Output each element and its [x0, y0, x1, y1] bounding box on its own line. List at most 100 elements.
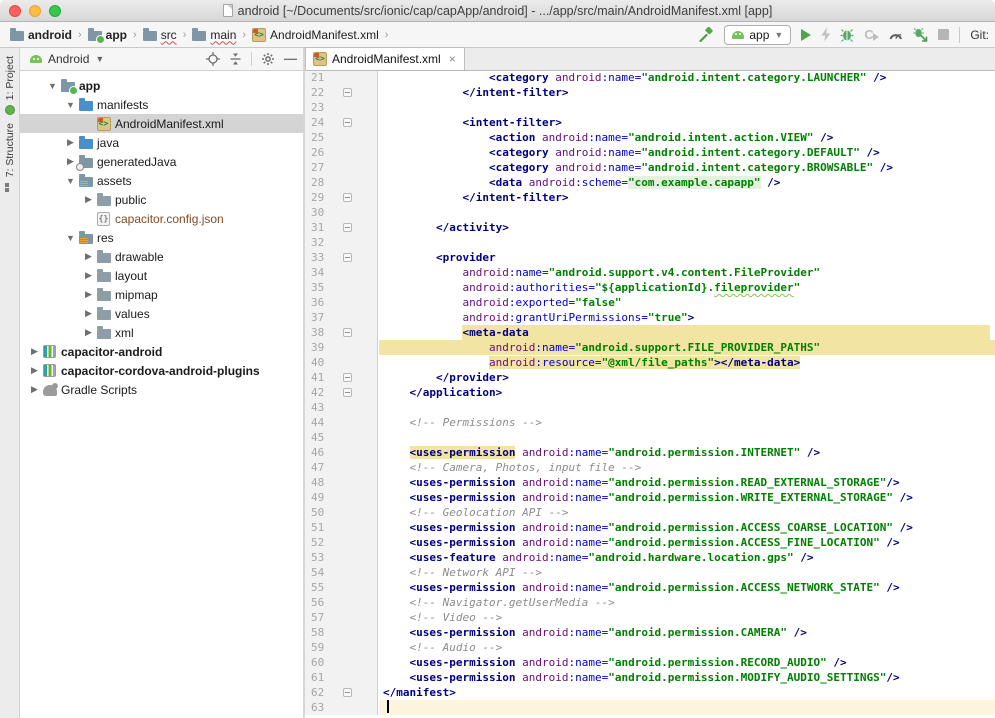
code-line-21[interactable]: <category android:name="android.intent.c… — [379, 71, 995, 85]
expand-toggle-icon[interactable]: ▼ — [64, 176, 77, 186]
code-line-58[interactable]: <uses-permission android:name="android.p… — [379, 625, 995, 640]
code-line-23[interactable] — [379, 100, 995, 115]
fold-marker-icon[interactable] — [343, 388, 352, 397]
code-line-27[interactable]: <category android:name="android.intent.c… — [379, 160, 995, 175]
collapse-all-icon[interactable] — [229, 52, 242, 66]
code-line-40[interactable]: android:resource="@xml/file_paths"></met… — [379, 355, 995, 370]
expand-toggle-icon[interactable]: ▶ — [28, 365, 41, 376]
code-line-35[interactable]: android:authorities="${applicationId}.fi… — [379, 280, 995, 295]
expand-toggle-icon[interactable]: ▶ — [82, 251, 95, 262]
code-line-59[interactable]: <!-- Audio --> — [379, 640, 995, 655]
code-line-43[interactable] — [379, 400, 995, 415]
fold-marker-icon[interactable] — [343, 223, 352, 232]
tree-item-capacitor-config-json[interactable]: capacitor.config.json — [20, 209, 303, 228]
tree-item-layout[interactable]: ▶layout — [20, 266, 303, 285]
run-icon[interactable] — [801, 29, 811, 41]
tab-androidmanifest[interactable]: AndroidManifest.xml × — [305, 47, 465, 70]
tree-item-mipmap[interactable]: ▶mipmap — [20, 285, 303, 304]
expand-toggle-icon[interactable]: ▶ — [64, 156, 77, 167]
code-line-49[interactable]: <uses-permission android:name="android.p… — [379, 490, 995, 505]
breadcrumb-item-android[interactable]: android — [8, 27, 74, 43]
code-line-61[interactable]: <uses-permission android:name="android.p… — [379, 670, 995, 685]
code-line-38[interactable]: <meta-data — [379, 325, 995, 340]
code-line-44[interactable]: <!-- Permissions --> — [379, 415, 995, 430]
tree-item-manifests[interactable]: ▼manifests — [20, 95, 303, 114]
expand-toggle-icon[interactable]: ▶ — [82, 289, 95, 300]
code-line-32[interactable] — [379, 235, 995, 250]
gutter[interactable]: 2122232425262728293031323334353637383940… — [305, 71, 378, 715]
git-label[interactable]: Git: — [970, 28, 989, 42]
tree-item-capacitor-android[interactable]: ▶capacitor-android — [20, 342, 303, 361]
code-line-24[interactable]: <intent-filter> — [379, 115, 995, 130]
expand-toggle-icon[interactable]: ▼ — [46, 81, 59, 91]
project-view-selector[interactable]: Android — [48, 52, 89, 66]
attach-debugger-icon[interactable] — [913, 27, 928, 42]
tree-item-gradle-scripts[interactable]: ▶Gradle Scripts — [20, 380, 303, 399]
code-line-25[interactable]: <action android:name="android.intent.act… — [379, 130, 995, 145]
tree-item-app[interactable]: ▼app — [20, 76, 303, 95]
debug-icon[interactable] — [840, 27, 854, 42]
code-line-33[interactable]: <provider — [379, 250, 995, 265]
code-line-41[interactable]: </provider> — [379, 370, 995, 385]
project-tree[interactable]: ▼app▼manifestsAndroidManifest.xml▶java▶g… — [20, 71, 303, 718]
code-line-52[interactable]: <uses-permission android:name="android.p… — [379, 535, 995, 550]
code-editor[interactable]: 2122232425262728293031323334353637383940… — [305, 71, 995, 718]
fold-marker-icon[interactable] — [343, 118, 352, 127]
code-line-47[interactable]: <!-- Camera, Photos, input file --> — [379, 460, 995, 475]
expand-toggle-icon[interactable]: ▶ — [82, 270, 95, 281]
code-line-63[interactable] — [379, 700, 995, 715]
breadcrumb-item-main[interactable]: main — [190, 27, 238, 43]
expand-toggle-icon[interactable]: ▶ — [28, 346, 41, 357]
code-line-60[interactable]: <uses-permission android:name="android.p… — [379, 655, 995, 670]
code-line-30[interactable] — [379, 205, 995, 220]
tree-item-xml[interactable]: ▶xml — [20, 323, 303, 342]
code-line-62[interactable]: </manifest> — [379, 685, 995, 700]
tree-item-androidmanifest-xml[interactable]: AndroidManifest.xml — [20, 114, 303, 133]
expand-toggle-icon[interactable]: ▼ — [64, 233, 77, 243]
code-line-36[interactable]: android:exported="false" — [379, 295, 995, 310]
code-line-26[interactable]: <category android:name="android.intent.c… — [379, 145, 995, 160]
tree-item-values[interactable]: ▶values — [20, 304, 303, 323]
expand-toggle-icon[interactable]: ▶ — [64, 137, 77, 148]
code-line-22[interactable]: </intent-filter> — [379, 85, 995, 100]
tree-item-java[interactable]: ▶java — [20, 133, 303, 152]
fold-marker-icon[interactable] — [343, 373, 352, 382]
fold-marker-icon[interactable] — [343, 688, 352, 697]
tree-item-capacitor-cordova-android-plugins[interactable]: ▶capacitor-cordova-android-plugins — [20, 361, 303, 380]
breadcrumb-item-androidmanifest-xml[interactable]: AndroidManifest.xml — [250, 27, 381, 43]
code-lines[interactable]: <category android:name="android.intent.c… — [379, 71, 995, 715]
apply-changes-icon[interactable] — [821, 28, 830, 42]
expand-toggle-icon[interactable]: ▶ — [28, 384, 41, 395]
code-line-54[interactable]: <!-- Network API --> — [379, 565, 995, 580]
code-line-57[interactable]: <!-- Video --> — [379, 610, 995, 625]
expand-toggle-icon[interactable]: ▶ — [82, 327, 95, 338]
locate-target-icon[interactable] — [206, 52, 220, 66]
tree-item-public[interactable]: ▶public — [20, 190, 303, 209]
code-line-56[interactable]: <!-- Navigator.getUserMedia --> — [379, 595, 995, 610]
code-line-55[interactable]: <uses-permission android:name="android.p… — [379, 580, 995, 595]
code-line-29[interactable]: </intent-filter> — [379, 190, 995, 205]
code-line-51[interactable]: <uses-permission android:name="android.p… — [379, 520, 995, 535]
breadcrumb-item-app[interactable]: app — [86, 27, 129, 43]
close-tab-icon[interactable]: × — [449, 52, 456, 66]
fold-marker-icon[interactable] — [343, 328, 352, 337]
tree-item-drawable[interactable]: ▶drawable — [20, 247, 303, 266]
code-line-28[interactable]: <data android:scheme="com.example.capapp… — [379, 175, 995, 190]
code-line-46[interactable]: <uses-permission android:name="android.p… — [379, 445, 995, 460]
expand-toggle-icon[interactable]: ▼ — [64, 100, 77, 110]
fold-marker-icon[interactable] — [343, 253, 352, 262]
expand-toggle-icon[interactable]: ▶ — [82, 308, 95, 319]
code-line-53[interactable]: <uses-feature android:name="android.hard… — [379, 550, 995, 565]
code-line-34[interactable]: android:name="android.support.v4.content… — [379, 265, 995, 280]
coverage-icon[interactable] — [864, 28, 878, 42]
fold-marker-icon[interactable] — [343, 193, 352, 202]
code-line-37[interactable]: android:grantUriPermissions="true"> — [379, 310, 995, 325]
tool-button-project[interactable]: 1: Project — [0, 56, 19, 115]
code-line-42[interactable]: </application> — [379, 385, 995, 400]
tree-item-assets[interactable]: ▼assets — [20, 171, 303, 190]
code-line-45[interactable] — [379, 430, 995, 445]
hide-panel-icon[interactable]: — — [284, 54, 297, 64]
code-line-48[interactable]: <uses-permission android:name="android.p… — [379, 475, 995, 490]
code-line-31[interactable]: </activity> — [379, 220, 995, 235]
tree-item-res[interactable]: ▼res — [20, 228, 303, 247]
